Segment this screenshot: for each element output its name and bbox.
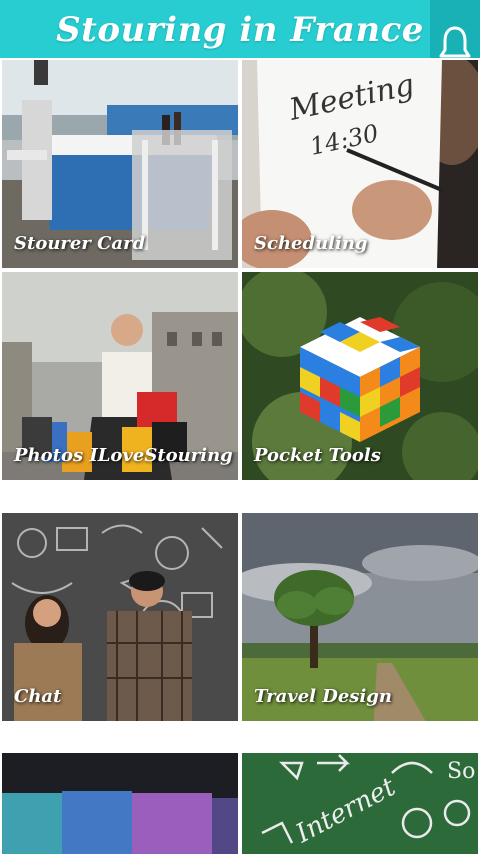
tile-scheduling[interactable]: Meeting 14:30 Scheduling — [242, 60, 478, 268]
tile-colors[interactable] — [2, 753, 238, 854]
bell-icon — [439, 26, 471, 58]
tile-photos-ilovestouring[interactable]: Photos ILoveStouring — [2, 272, 238, 480]
tile-travel-design[interactable]: Travel Design — [242, 513, 478, 721]
app-header: Stouring in France — [0, 0, 480, 58]
tile-label: Chat — [14, 686, 62, 707]
tile-pocket-tools[interactable]: Pocket Tools — [242, 272, 478, 480]
tile-chat[interactable]: Chat — [2, 513, 238, 721]
colorful-blur-image — [2, 753, 238, 854]
tile-label: Photos ILoveStouring — [14, 445, 233, 466]
tile-social[interactable]: Internet So — [242, 753, 478, 854]
green-chalkboard-image: Internet So — [242, 753, 478, 854]
app-title: Stouring in France — [56, 10, 424, 50]
tile-label: Travel Design — [254, 686, 392, 707]
board-text-so: So — [447, 759, 475, 784]
tile-label: Pocket Tools — [254, 445, 381, 466]
notifications-button[interactable] — [430, 0, 480, 58]
tile-stourer-card[interactable]: Stourer Card — [2, 60, 238, 268]
tile-label: Scheduling — [254, 233, 368, 254]
tile-label: Stourer Card — [14, 233, 146, 254]
